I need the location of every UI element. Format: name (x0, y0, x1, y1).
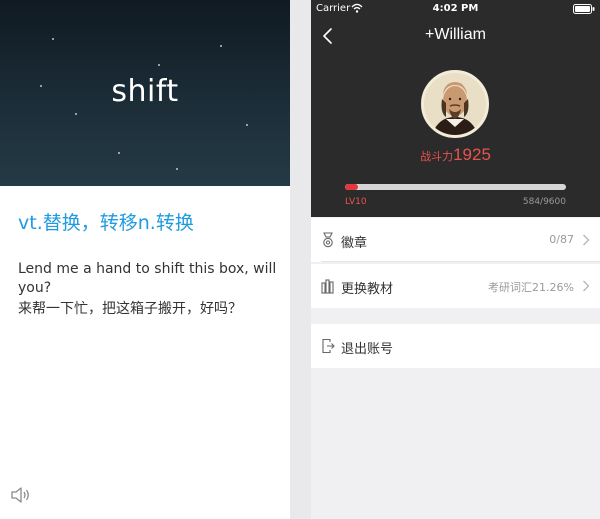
chevron-right-icon (583, 280, 590, 292)
status-bar: Carrier 4:02 PM (311, 0, 600, 17)
row-divider (321, 261, 600, 262)
medal-icon (323, 232, 333, 248)
star-decoration (220, 45, 222, 47)
menu-item-value: 0/87 (549, 233, 574, 246)
profile-title: +William (425, 26, 486, 43)
combat-power-label: 战斗力 (420, 150, 454, 163)
speaker-icon[interactable] (10, 485, 32, 505)
exp-progress-bar (345, 184, 566, 190)
logout-button[interactable]: 退出账号 (311, 324, 600, 368)
exp-progress-fill (345, 184, 359, 190)
menu-item-value: 考研词汇21.26% (488, 281, 574, 294)
portrait-image (424, 73, 486, 135)
profile-header: Carrier 4:02 PM +William 战斗力1925 LV10 58… (311, 0, 600, 217)
combat-power-value: 1925 (453, 145, 491, 164)
books-icon (321, 279, 334, 294)
example-sentence-english: Lend me a hand to shift this box, will y… (18, 261, 277, 296)
menu-item-label: 更换教材 (341, 282, 394, 297)
menu-item-badges[interactable]: 徽章 0/87 (311, 218, 600, 262)
menu-item-change-textbook[interactable]: 更换教材 考研词汇21.26% (311, 264, 600, 308)
exp-value: 584/9600 (522, 197, 566, 207)
combat-power: 战斗力1925 (311, 145, 600, 165)
level-label: LV10 (345, 197, 367, 207)
star-decoration (118, 152, 120, 154)
logout-label: 退出账号 (341, 342, 394, 357)
star-decoration (52, 38, 54, 40)
star-decoration (158, 64, 160, 66)
word-hero-banner: shift (0, 0, 290, 186)
star-decoration (246, 124, 248, 126)
example-sentence-chinese: 来帮一下忙，把这箱子搬开，好吗？ (18, 301, 242, 317)
word-card-screen: shift vt.替换，转移n.转换 Lend me a hand to shi… (0, 0, 290, 519)
chevron-right-icon (583, 234, 590, 246)
profile-screen: Carrier 4:02 PM +William 战斗力1925 LV10 58… (311, 0, 600, 519)
word-meaning: vt.替换，转移n.转换 (18, 212, 194, 234)
star-decoration (176, 168, 178, 170)
avatar[interactable] (421, 70, 489, 138)
star-decoration (75, 113, 77, 115)
menu-item-label: 徽章 (341, 236, 368, 251)
exit-icon (322, 338, 335, 354)
battery-icon (573, 4, 595, 14)
status-time: 4:02 PM (432, 3, 479, 14)
word-title: shift (111, 74, 179, 109)
